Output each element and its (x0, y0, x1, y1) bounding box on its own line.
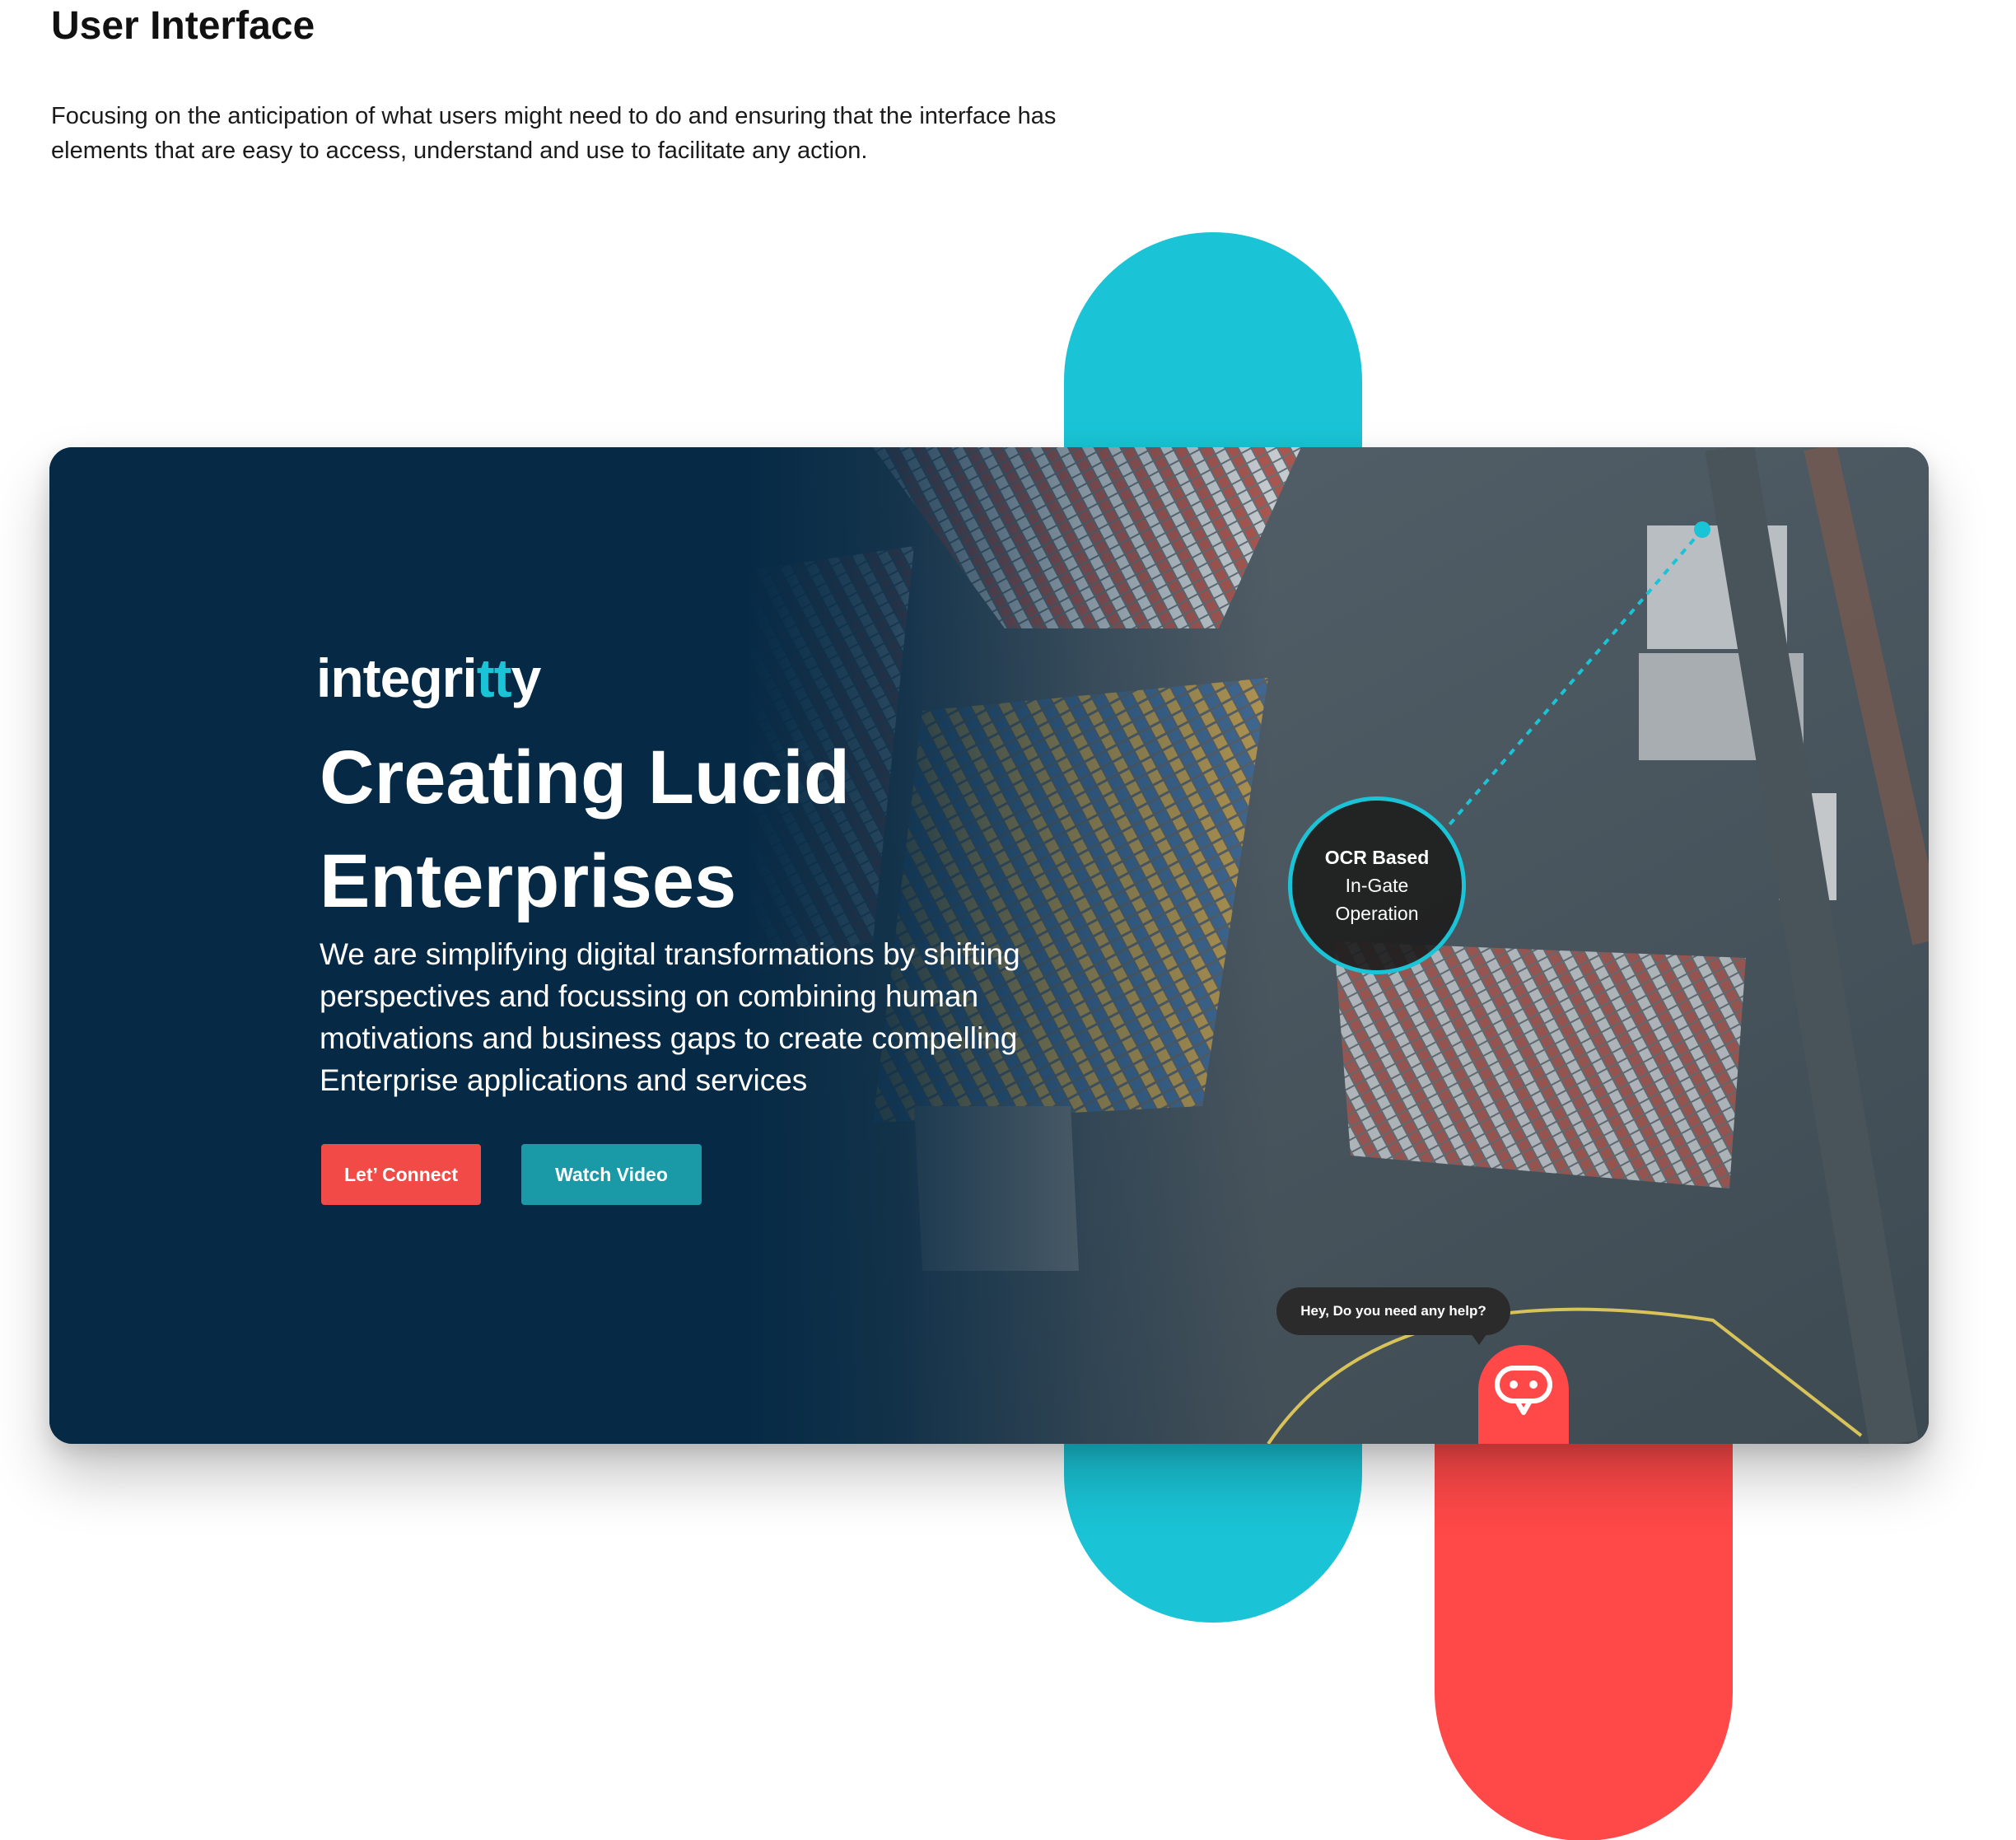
watch-video-button[interactable]: Watch Video (521, 1144, 702, 1205)
ocr-callout[interactable]: OCR Based In-Gate Operation (1288, 796, 1466, 974)
chat-launcher-button[interactable] (1478, 1345, 1569, 1444)
integritty-logo: integritty (316, 647, 542, 709)
headline-line-1: Creating Lucid (320, 736, 851, 820)
hero-headline: Creating Lucid Enterprises (320, 726, 1061, 933)
logo-suffix: y (511, 647, 542, 708)
section-description: Focusing on the anticipation of what use… (51, 103, 1057, 164)
ocr-callout-title: OCR Based (1324, 847, 1430, 868)
lets-connect-button[interactable]: Let’ Connect (321, 1144, 481, 1205)
ocr-callout-line-3: Operation (1335, 903, 1419, 924)
hero-subtext: We are simplifying digital transformatio… (320, 937, 1020, 1097)
ocr-callout-line-2: In-Gate (1345, 875, 1409, 896)
chat-prompt-bubble[interactable]: Hey, Do you need any help? (1276, 1287, 1510, 1345)
chatbot-icon (1495, 1366, 1552, 1415)
section-title: User Interface (51, 4, 315, 48)
headline-line-2: Enterprises (320, 839, 737, 923)
logo-accent: tt (476, 647, 512, 708)
logo-prefix: integri (316, 647, 478, 708)
hero-mockup-card: integritty Creating Lucid Enterprises We… (49, 447, 1929, 1444)
